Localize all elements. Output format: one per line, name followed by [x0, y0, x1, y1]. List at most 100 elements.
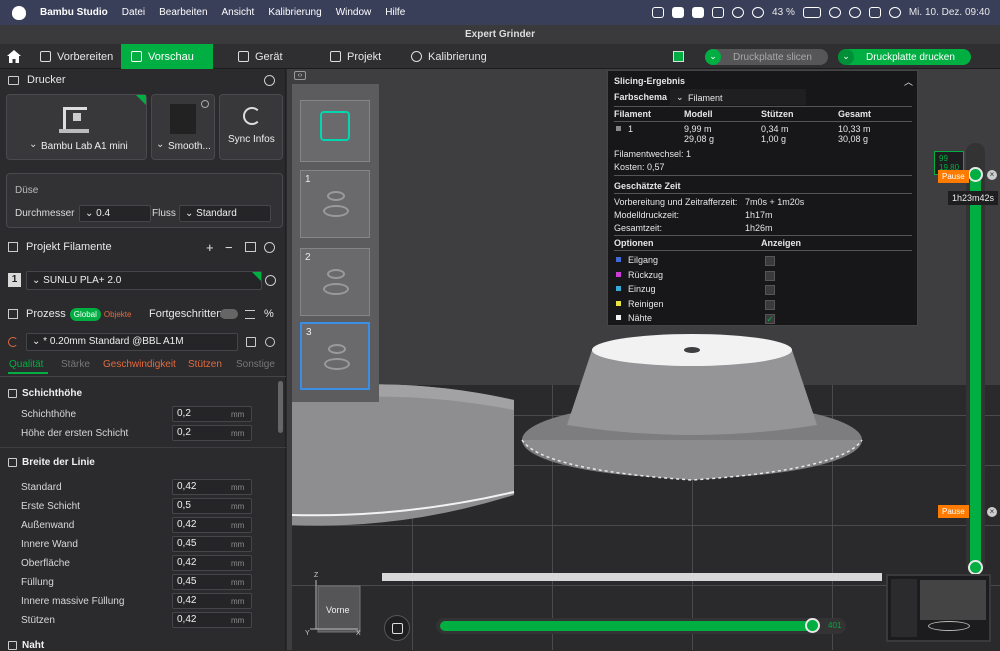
- move-slider-track[interactable]: [440, 621, 814, 631]
- chevron-down-icon[interactable]: ⌄: [838, 49, 854, 65]
- setting-label: Erste Schicht: [21, 501, 80, 512]
- control-center-icon[interactable]: [868, 7, 881, 18]
- list-icon[interactable]: [245, 309, 255, 319]
- move-slider-handle[interactable]: [805, 618, 820, 633]
- siri-icon[interactable]: [888, 7, 901, 18]
- plate-name: Smooth...: [168, 141, 211, 152]
- tab-qualitaet[interactable]: Qualität: [9, 359, 43, 370]
- reset-icon[interactable]: [8, 337, 18, 347]
- text-icon[interactable]: [692, 7, 705, 18]
- sync-info-button[interactable]: Sync Infos: [219, 94, 283, 160]
- menu-kalibrierung[interactable]: Kalibrierung: [268, 7, 321, 18]
- tab-staerke[interactable]: Stärke: [61, 359, 90, 370]
- menu-bearbeiten[interactable]: Bearbeiten: [159, 7, 207, 18]
- printer-settings-gear-icon[interactable]: [264, 74, 275, 86]
- plate-thumbnail[interactable]: 1: [300, 170, 370, 238]
- tab-vorbereiten[interactable]: Vorbereiten: [40, 44, 113, 69]
- search-icon[interactable]: [265, 337, 275, 347]
- add-filament-icon[interactable]: +: [206, 240, 214, 255]
- minimap-preview[interactable]: [886, 574, 991, 642]
- layer-slider-track[interactable]: [970, 175, 981, 567]
- sliced-models[interactable]: [292, 320, 892, 560]
- main-toolbar: Vorbereiten Vorschau Gerät Projekt Kalib…: [0, 44, 1000, 69]
- close-icon[interactable]: ×: [987, 170, 997, 180]
- filament-sync-icon[interactable]: [245, 242, 256, 252]
- process-preset-select[interactable]: ⌄ * 0.20mm Standard @BBL A1M: [26, 333, 238, 351]
- show-checkbox[interactable]: [765, 285, 775, 295]
- menu-ansicht[interactable]: Ansicht: [222, 7, 255, 18]
- move-slider-value: 401: [828, 621, 842, 630]
- setting-unit: mm: [231, 597, 245, 606]
- tab-geraet[interactable]: Gerät: [238, 44, 283, 69]
- face-icon[interactable]: [652, 7, 665, 18]
- model-time-value: 1h17m: [745, 210, 773, 220]
- plate-stats-thumbnail[interactable]: [300, 100, 370, 162]
- tab-vorschau[interactable]: Vorschau: [121, 44, 213, 69]
- battery-icon[interactable]: [802, 7, 821, 18]
- fit-view-icon-shape: [392, 623, 403, 634]
- chevron-down-icon[interactable]: ⌄: [705, 49, 721, 65]
- settings-scrollbar[interactable]: [278, 381, 283, 433]
- screen-icon[interactable]: [712, 7, 725, 18]
- menu-hilfe[interactable]: Hilfe: [385, 7, 405, 18]
- objects-badge[interactable]: Objekte: [104, 310, 132, 319]
- show-checkbox[interactable]: [765, 299, 775, 310]
- show-checkbox[interactable]: [765, 270, 775, 281]
- diameter-select[interactable]: ⌄ 0.4: [79, 205, 151, 222]
- tab-stuetzen[interactable]: Stützen: [188, 359, 222, 370]
- filament-gear-icon[interactable]: [264, 241, 275, 253]
- apple-icon[interactable]: [12, 5, 26, 20]
- airplay-icon[interactable]: [732, 7, 745, 18]
- save-icon[interactable]: [246, 337, 256, 347]
- wifi-icon[interactable]: [828, 7, 841, 18]
- print-plate-button[interactable]: ⌄ Druckplatte drucken: [838, 49, 971, 65]
- plate-list: 1 2 3: [292, 84, 379, 402]
- fit-view-icon[interactable]: [384, 615, 410, 641]
- plate-thumbnail-selected[interactable]: 3: [300, 322, 370, 390]
- global-badge[interactable]: Global: [69, 307, 101, 321]
- color-scheme-select[interactable]: ⌄ Filament: [670, 89, 806, 105]
- search-icon[interactable]: [848, 7, 861, 18]
- show-checkbox[interactable]: ✓: [765, 314, 775, 324]
- menu-window[interactable]: Window: [336, 7, 372, 18]
- legend-swatch: [616, 257, 621, 262]
- show-checkbox[interactable]: [765, 256, 775, 266]
- home-icon[interactable]: [6, 49, 22, 64]
- remove-filament-icon[interactable]: −: [225, 240, 233, 255]
- setting-value: 0,45: [177, 576, 197, 587]
- layer-slider-bottom-handle[interactable]: [968, 560, 983, 575]
- pause-tag[interactable]: Pause: [938, 505, 969, 518]
- percent-icon[interactable]: %: [264, 308, 274, 320]
- printer-card[interactable]: ⌄ Bambu Lab A1 mini: [6, 94, 147, 160]
- tab-projekt[interactable]: Projekt: [330, 44, 381, 69]
- layers-icon: [131, 51, 142, 62]
- layer-number: 99: [939, 154, 948, 163]
- menu-app-name[interactable]: Bambu Studio: [40, 7, 108, 18]
- menu-datei[interactable]: Datei: [122, 7, 145, 18]
- setting-unit: mm: [231, 559, 245, 568]
- tab-geschwindigkeit[interactable]: Geschwindigkeit: [103, 359, 176, 370]
- slice-plate-button[interactable]: ⌄ Druckplatte slicen: [705, 49, 828, 65]
- close-icon[interactable]: ×: [987, 507, 997, 517]
- info-icon[interactable]: [201, 100, 209, 108]
- pause-tag[interactable]: Pause: [938, 170, 969, 183]
- play-icon[interactable]: [752, 7, 765, 18]
- plate-card[interactable]: ⌄ Smooth...: [151, 94, 215, 160]
- advanced-toggle[interactable]: [220, 309, 238, 319]
- tab-sonstige[interactable]: Sonstige: [236, 359, 275, 370]
- plate-thumbnail[interactable]: 2: [300, 248, 370, 316]
- collapse-sidebar-icon[interactable]: ‹›: [294, 71, 306, 80]
- tab-kalibrierung[interactable]: Kalibrierung: [411, 44, 487, 69]
- filament-remove-circle-icon[interactable]: [265, 275, 276, 286]
- object-preview: [324, 358, 350, 370]
- minimap-sidebar: [891, 579, 917, 637]
- plate-grid-icon[interactable]: [673, 51, 684, 62]
- setting-label: Schichthöhe: [21, 409, 77, 420]
- filament-select[interactable]: ⌄ SUNLU PLA+ 2.0: [26, 271, 262, 290]
- share-icon[interactable]: [672, 7, 685, 18]
- collapse-icon[interactable]: ︿: [904, 75, 913, 88]
- flow-select[interactable]: ⌄ Standard: [179, 205, 271, 222]
- divider: [614, 193, 912, 194]
- layer-slider-top-handle[interactable]: [968, 167, 983, 182]
- divider: [614, 121, 912, 122]
